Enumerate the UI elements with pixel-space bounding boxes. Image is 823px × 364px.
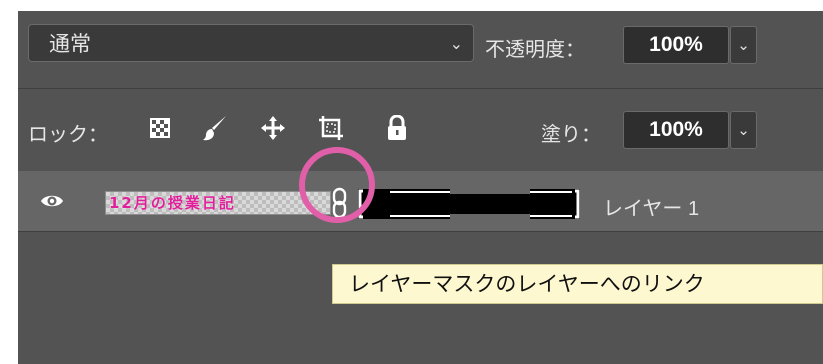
mask-thumbnail-frame bbox=[358, 189, 580, 219]
lock-position-button[interactable] bbox=[258, 111, 288, 145]
eye-icon[interactable] bbox=[40, 189, 64, 213]
opacity-dropdown-button[interactable]: ⌄ bbox=[730, 26, 757, 64]
lock-all-button[interactable] bbox=[382, 111, 412, 145]
prevent-auto-nesting-button[interactable] bbox=[316, 111, 346, 145]
tooltip: レイヤーマスクのレイヤーへのリンク bbox=[332, 264, 823, 304]
lock-image-pixels-icon bbox=[203, 116, 226, 141]
layer-name[interactable]: レイヤー 1 bbox=[603, 192, 699, 221]
fill-label: 塗り： bbox=[541, 122, 601, 146]
fill-input[interactable]: 100% bbox=[623, 111, 729, 149]
lock-position-icon bbox=[261, 116, 285, 140]
chevron-down-icon: ⌄ bbox=[737, 121, 750, 139]
layers-panel: 通常 ⌄ 不透明度： 100% ⌄ ロック： 塗り： 100% ⌄ 12月の授業… bbox=[18, 11, 823, 364]
chevron-down-icon: ⌄ bbox=[449, 34, 463, 53]
lock-transparent-pixels-button[interactable] bbox=[145, 111, 175, 145]
lock-label: ロック： bbox=[28, 122, 108, 146]
blend-mode-value: 通常 bbox=[49, 32, 91, 56]
opacity-label: 不透明度： bbox=[485, 37, 585, 61]
layer-mask-thumbnail[interactable] bbox=[358, 189, 580, 219]
lock-all-icon bbox=[388, 115, 406, 140]
layer-thumbnail[interactable]: 12月の授業日記 bbox=[105, 191, 331, 215]
highlight-circle bbox=[299, 147, 375, 223]
fill-dropdown-button[interactable]: ⌄ bbox=[730, 111, 757, 149]
lock-transparent-pixels-icon bbox=[150, 118, 170, 138]
opacity-input[interactable]: 100% bbox=[623, 26, 729, 64]
divider bbox=[18, 231, 823, 232]
chevron-down-icon: ⌄ bbox=[737, 36, 750, 54]
prevent-auto-nesting-icon bbox=[319, 116, 343, 140]
blend-mode-select[interactable]: 通常 ⌄ bbox=[28, 24, 474, 62]
divider bbox=[18, 88, 823, 89]
lock-image-pixels-button[interactable] bbox=[200, 111, 230, 145]
